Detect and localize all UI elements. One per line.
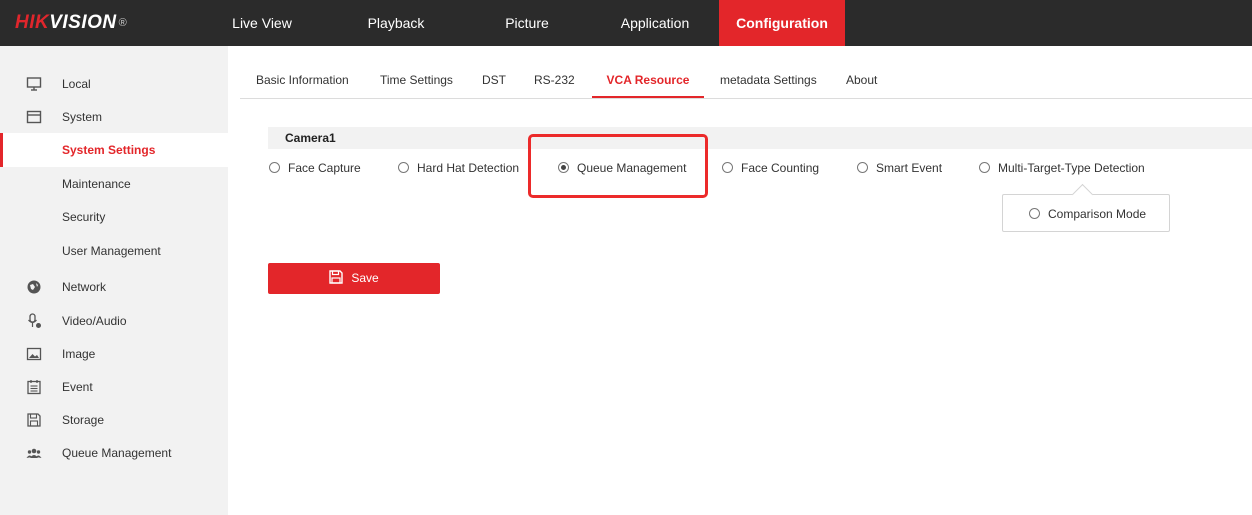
radio-button-icon <box>979 162 990 173</box>
sidebar-item-label: Video/Audio <box>62 314 127 328</box>
logo-registered-mark: ® <box>118 17 128 29</box>
radio-button-icon <box>398 162 409 173</box>
monitor-icon <box>26 77 42 91</box>
network-icon <box>27 280 41 294</box>
radio-button-icon <box>722 162 733 173</box>
sidebar-item-label: Image <box>62 347 96 361</box>
logo-vision-text: VISION <box>49 12 117 33</box>
tab-vca-resource[interactable]: VCA Resource <box>592 62 704 98</box>
system-icon <box>26 110 42 124</box>
sidebar-item-label: Queue Management <box>62 446 172 460</box>
save-icon <box>329 270 344 285</box>
save-button[interactable]: Save <box>268 263 440 294</box>
camera-title: Camera1 <box>285 131 336 145</box>
image-icon <box>26 347 42 361</box>
radio-label: Multi-Target-Type Detection <box>998 161 1145 175</box>
nav-picture[interactable]: Picture <box>497 0 557 46</box>
logo-hik-text: HIK <box>15 12 50 33</box>
sidebar-item-local[interactable]: Local <box>0 67 228 101</box>
tab-time-settings[interactable]: Time Settings <box>380 62 453 98</box>
sidebar-item-label: Local <box>62 77 91 91</box>
radio-label: Queue Management <box>577 161 687 175</box>
radio-label: Face Capture <box>288 161 361 175</box>
calendar-icon <box>27 380 41 395</box>
radio-label: Hard Hat Detection <box>417 161 520 175</box>
radio-label: Face Counting <box>741 161 820 175</box>
people-icon <box>26 448 42 458</box>
sidebar-item-maintenance[interactable]: Maintenance <box>0 167 228 201</box>
sidebar-item-image[interactable]: Image <box>0 337 228 371</box>
hikvision-logo: HIKVISION ® <box>15 11 127 35</box>
sidebar-item-queue-management[interactable]: Queue Management <box>0 436 228 470</box>
radio-button-selected-icon <box>558 162 569 173</box>
nav-live-view[interactable]: Live View <box>229 0 295 46</box>
storage-icon <box>27 413 41 427</box>
comparison-mode-popover: Comparison Mode <box>1002 194 1170 232</box>
nav-playback[interactable]: Playback <box>360 0 432 46</box>
sidebar-item-security[interactable]: Security <box>0 200 228 234</box>
sidebar-item-label: Maintenance <box>62 177 131 191</box>
radio-button-icon <box>857 162 868 173</box>
sidebar-item-label: User Management <box>62 244 161 258</box>
radio-label: Smart Event <box>876 161 943 175</box>
sidebar-item-label: Storage <box>62 413 105 427</box>
sidebar-item-storage[interactable]: Storage <box>0 403 228 437</box>
tab-rs-232[interactable]: RS-232 <box>534 62 575 98</box>
sidebar-item-event[interactable]: Event <box>0 370 228 404</box>
sidebar-item-label: System <box>62 110 103 124</box>
sidebar-item-user-management[interactable]: User Management <box>0 234 228 268</box>
tab-basic-information[interactable]: Basic Information <box>256 62 349 98</box>
sidebar-item-label: Event <box>62 380 93 394</box>
radio-label: Comparison Mode <box>1048 207 1147 221</box>
tab-dst[interactable]: DST <box>482 62 506 98</box>
top-navigation-bar: HIKVISION ® Live View Playback Picture Ap… <box>0 0 1252 46</box>
camera-header: Camera1 <box>268 127 1252 149</box>
sidebar-item-network[interactable]: Network <box>0 270 228 304</box>
save-label: Save <box>351 271 379 285</box>
tab-metadata-settings[interactable]: metadata Settings <box>720 62 817 98</box>
tab-about[interactable]: About <box>846 62 877 98</box>
radio-button-icon <box>269 162 280 173</box>
nav-application[interactable]: Application <box>610 0 700 46</box>
sidebar: Local System System Settings Maintenance… <box>0 46 228 515</box>
sidebar-item-system-settings[interactable]: System Settings <box>0 133 228 167</box>
sidebar-item-system[interactable]: System <box>0 100 228 134</box>
sidebar-item-video-audio[interactable]: Video/Audio <box>0 304 228 338</box>
radio-button-icon <box>1029 208 1040 219</box>
tab-divider <box>240 98 1252 99</box>
sidebar-item-label: Network <box>62 280 107 294</box>
microphone-icon <box>28 313 41 328</box>
nav-configuration[interactable]: Configuration <box>719 0 845 46</box>
sidebar-item-label: Security <box>62 210 106 224</box>
sidebar-item-label: System Settings <box>62 143 156 157</box>
